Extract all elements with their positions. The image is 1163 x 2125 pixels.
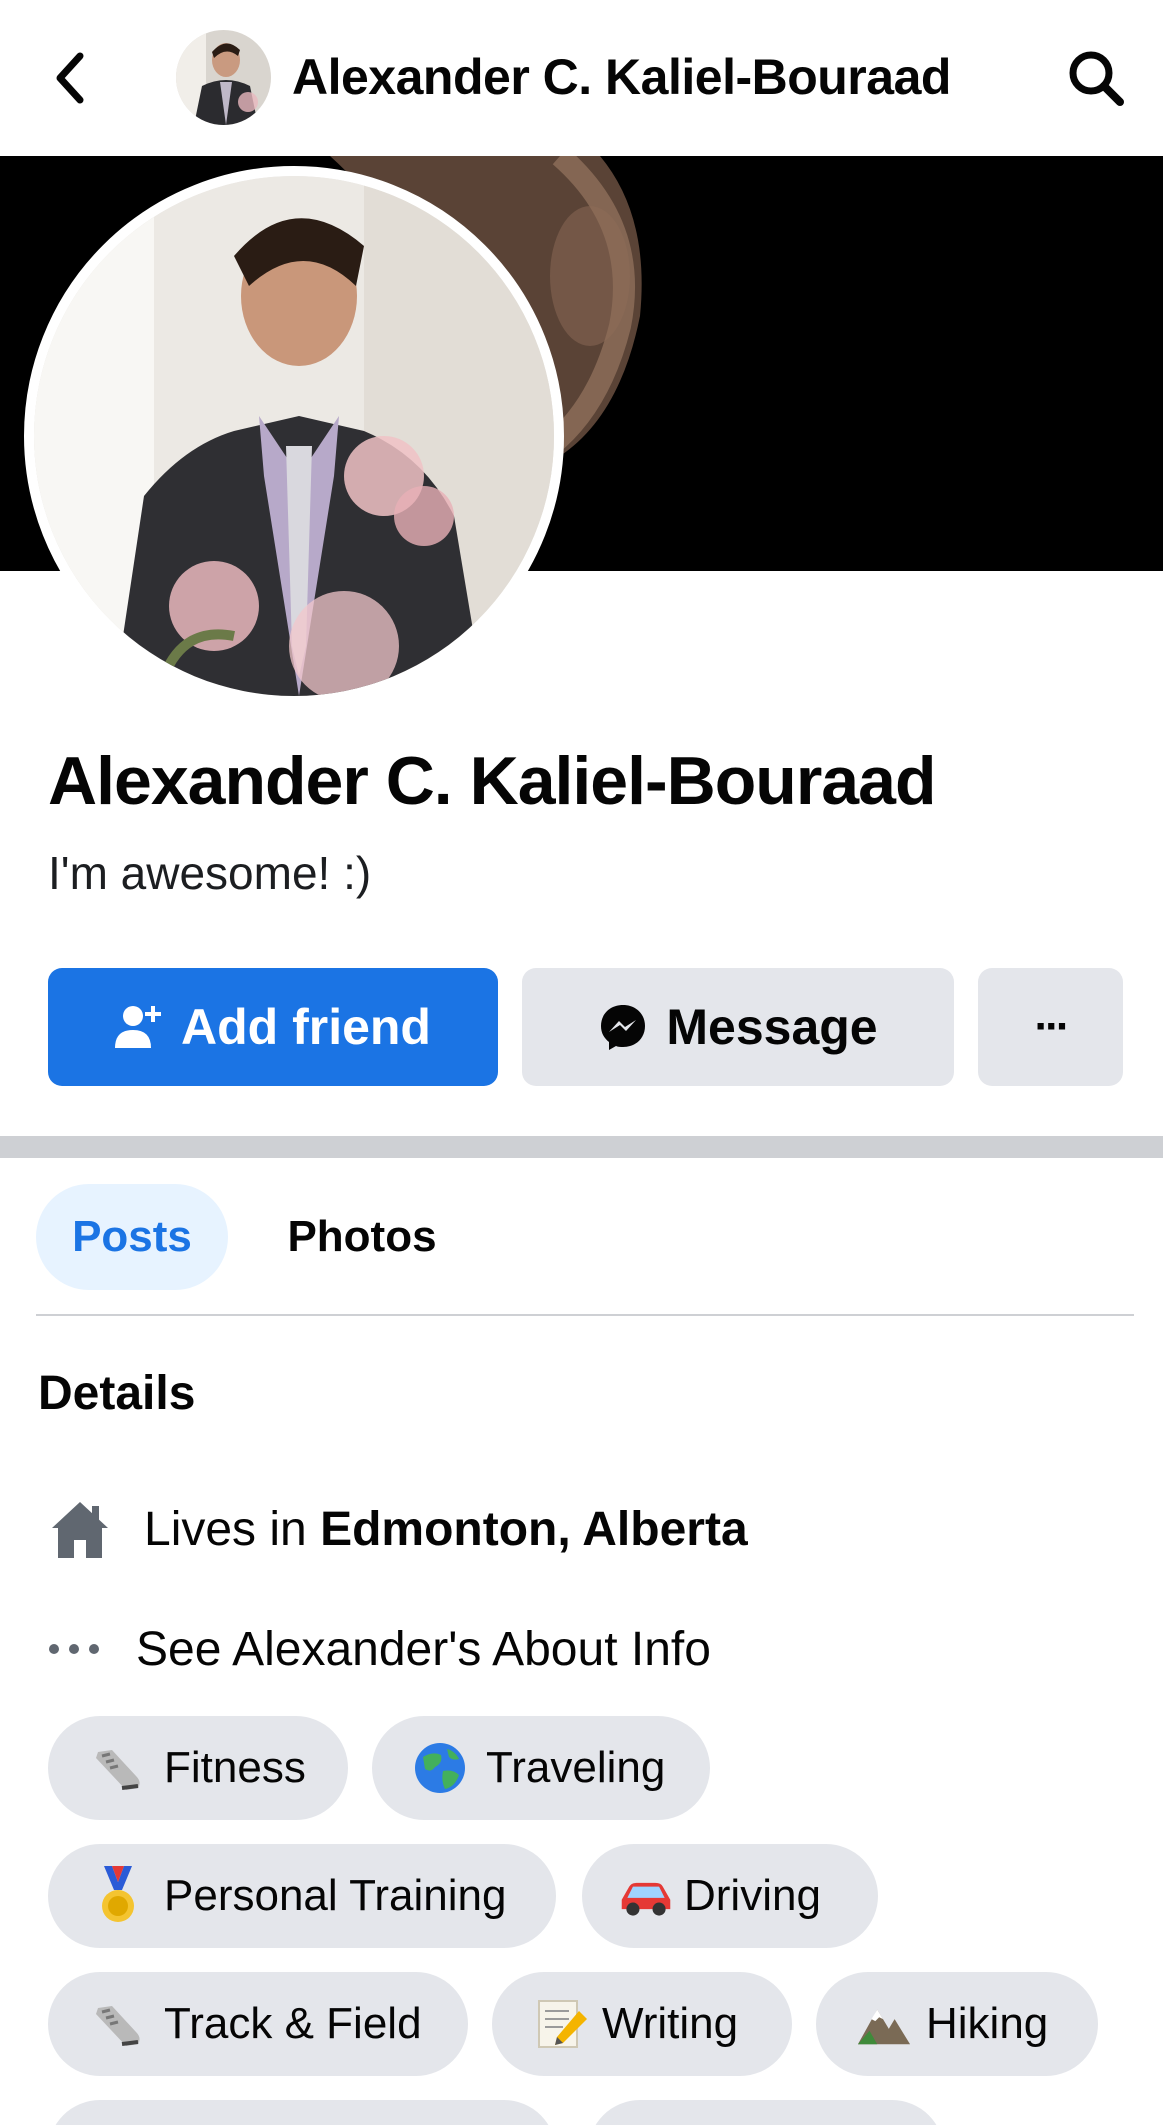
header-avatar[interactable] [176,30,271,125]
add-friend-label: Add friend [181,999,431,1055]
interest-label: Personal Training [164,1871,507,1920]
interest-label: Track & Field [164,1999,422,2048]
search-button[interactable] [1060,42,1132,114]
tab-posts[interactable]: Posts [36,1184,228,1290]
interest-label: Driving [684,1871,821,1920]
interest-chip-partial[interactable] [588,2100,944,2125]
interest-chip-fitness[interactable]: Fitness [48,1716,348,1820]
profile-bio: I'm awesome! :) [48,847,372,899]
interest-label: Writing [602,1999,739,2048]
about-info-label: See Alexander's About Info [136,1622,711,1676]
add-person-icon [115,1004,163,1050]
home-icon [46,1500,114,1558]
interest-label: Traveling [486,1743,666,1792]
interest-chip-track-field[interactable]: Track & Field [48,1972,468,2076]
interest-chip-personal-training[interactable]: Personal Training [48,1844,556,1948]
sneaker-icon [90,1996,146,2052]
interest-label: Fitness [164,1743,306,1792]
pencil-paper-icon [534,1996,590,2052]
about-info-link[interactable]: See Alexander's About Info [40,1614,711,1684]
section-divider [0,1136,1163,1158]
more-icon: ··· [1034,1002,1071,1051]
back-button[interactable] [40,42,100,114]
message-button[interactable]: Message [522,968,954,1086]
lives-in-prefix: Lives in [144,1502,321,1556]
profile-picture[interactable] [24,166,564,706]
interest-chip-traveling[interactable]: Traveling [372,1716,710,1820]
tabs-divider [36,1314,1134,1316]
mountain-icon [856,1996,912,2052]
sneaker-icon [90,1740,146,1796]
interest-chip-partial[interactable] [48,2100,556,2125]
globe-icon [412,1740,468,1796]
medal-icon [90,1866,146,1924]
lives-in-row: Lives in Edmonton, Alberta [46,1494,748,1564]
add-friend-button[interactable]: Add friend [48,968,498,1086]
details-heading: Details [38,1367,196,1420]
top-bar: Alexander C. Kaliel-Bouraad [0,0,1163,156]
profile-name: Alexander C. Kaliel-Bouraad [48,743,936,819]
search-icon [1069,51,1124,106]
lives-in-place: Edmonton, Alberta [320,1502,748,1556]
tab-photos[interactable]: Photos [262,1184,462,1290]
chevron-left-icon [56,52,84,104]
more-options-button[interactable]: ··· [978,968,1123,1086]
messenger-icon [598,1002,648,1052]
interest-label: Hiking [926,1999,1049,2048]
more-dots-icon [40,1643,108,1655]
message-label: Message [666,999,878,1055]
interest-chip-writing[interactable]: Writing [492,1972,792,2076]
interest-chip-hiking[interactable]: Hiking [816,1972,1098,2076]
car-icon [618,1868,674,1924]
header-title: Alexander C. Kaliel-Bouraad [292,49,951,105]
interest-chip-driving[interactable]: Driving [582,1844,878,1948]
